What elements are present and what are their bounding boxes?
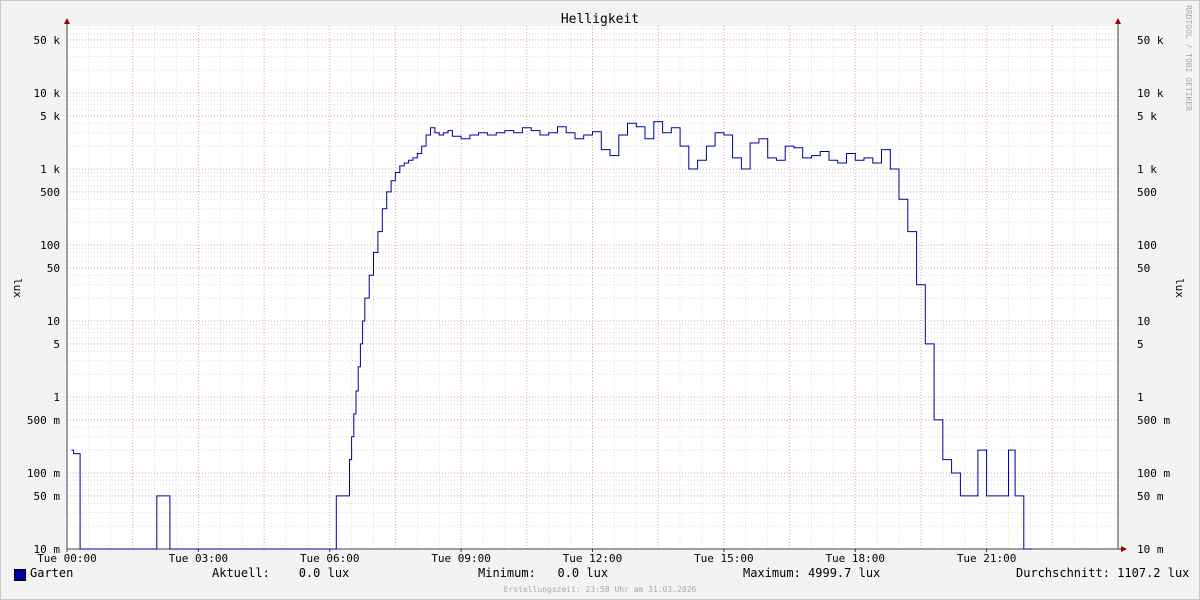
y-tick-label: 500	[40, 186, 60, 199]
x-tick-label: Tue 00:00	[37, 552, 97, 565]
y-tick-label: 10	[1137, 315, 1150, 328]
y-tick-labels-right: 50 k 10 k 5 k 1 k 500 100 50 10 5 1 500 m 100 m 50 m…	[1137, 34, 1170, 556]
legend-minimum: Minimum: 0.0 lux	[478, 566, 609, 580]
x-tick-label: Tue 18:00	[825, 552, 885, 565]
legend-aktuell: Aktuell: 0.0 lux	[212, 566, 350, 580]
x-tick-label: Tue 15:00	[694, 552, 754, 565]
y-tick-label: 10 k	[34, 87, 61, 100]
legend-swatch	[14, 569, 26, 581]
y-tick-label: 50 m	[34, 490, 61, 503]
y-tick-label: 1	[1137, 391, 1144, 404]
y-tick-label: 1 k	[40, 163, 60, 176]
y-tick-label: 100 m	[27, 467, 60, 480]
legend-durchschnitt: Durchschnitt: 1107.2 lux	[1016, 566, 1190, 580]
y-axis-arrow-left	[64, 18, 70, 24]
x-axis-arrow	[1121, 546, 1127, 552]
x-tick-label: Tue 12:00	[563, 552, 623, 565]
y-tick-label: 500	[1137, 186, 1157, 199]
y-tick-label: 5 k	[1137, 110, 1157, 123]
watermark: RRDTOOL / TOBI OETIKER	[1184, 5, 1193, 111]
y-tick-labels-left: 50 k 10 k 5 k 1 k 500 100 50 10 5 1 500 m 100 m 50 m…	[27, 34, 60, 556]
x-tick-label: Tue 09:00	[431, 552, 491, 565]
y-tick-label: 1 k	[1137, 163, 1157, 176]
y-tick-label: 10 k	[1137, 87, 1164, 100]
y-tick-label: 500 m	[27, 414, 60, 427]
legend: Garten Aktuell: 0.0 lux Minimum: 0.0 lux…	[0, 566, 1200, 584]
x-tick-label: Tue 03:00	[169, 552, 229, 565]
y-tick-label: 10 m	[1137, 543, 1164, 556]
y-tick-label: 5 k	[40, 110, 60, 123]
footer-timestamp: Erstellungszeit: 23:58 Uhr am 31.03.2026	[503, 585, 697, 594]
y-tick-label: 10	[47, 315, 60, 328]
y-axis-label-left: lux	[11, 278, 24, 298]
y-tick-label: 1	[53, 391, 60, 404]
x-tick-label: Tue 06:00	[300, 552, 360, 565]
y-tick-label: 100 m	[1137, 467, 1170, 480]
brightness-chart: 50 k 10 k 5 k 1 k 500 100 50 10 5 1 500 m 100 m 50 m…	[11, 5, 1193, 565]
legend-series-name: Garten	[30, 566, 74, 580]
y-tick-label: 5	[1137, 338, 1144, 351]
y-tick-label: 100	[40, 239, 60, 252]
y-tick-label: 5	[53, 338, 60, 351]
y-tick-label: 50	[1137, 262, 1150, 275]
chart-title: Helligkeit	[561, 12, 639, 27]
y-tick-label: 50 k	[1137, 34, 1164, 47]
x-tick-labels: Tue 00:00 Tue 03:00 Tue 06:00 Tue 09:00 Tue …	[37, 549, 1016, 565]
y-tick-label: 500 m	[1137, 414, 1170, 427]
y-axis-arrow-right	[1115, 18, 1121, 24]
y-tick-label: 50	[47, 262, 60, 275]
y-tick-label: 100	[1137, 239, 1157, 252]
y-tick-label: 50 m	[1137, 490, 1164, 503]
y-axis-label-right: lux	[1173, 278, 1186, 298]
legend-maximum: Maximum: 4999.7 lux	[743, 566, 881, 580]
x-tick-label: Tue 21:00	[957, 552, 1017, 565]
y-tick-label: 50 k	[34, 34, 61, 47]
